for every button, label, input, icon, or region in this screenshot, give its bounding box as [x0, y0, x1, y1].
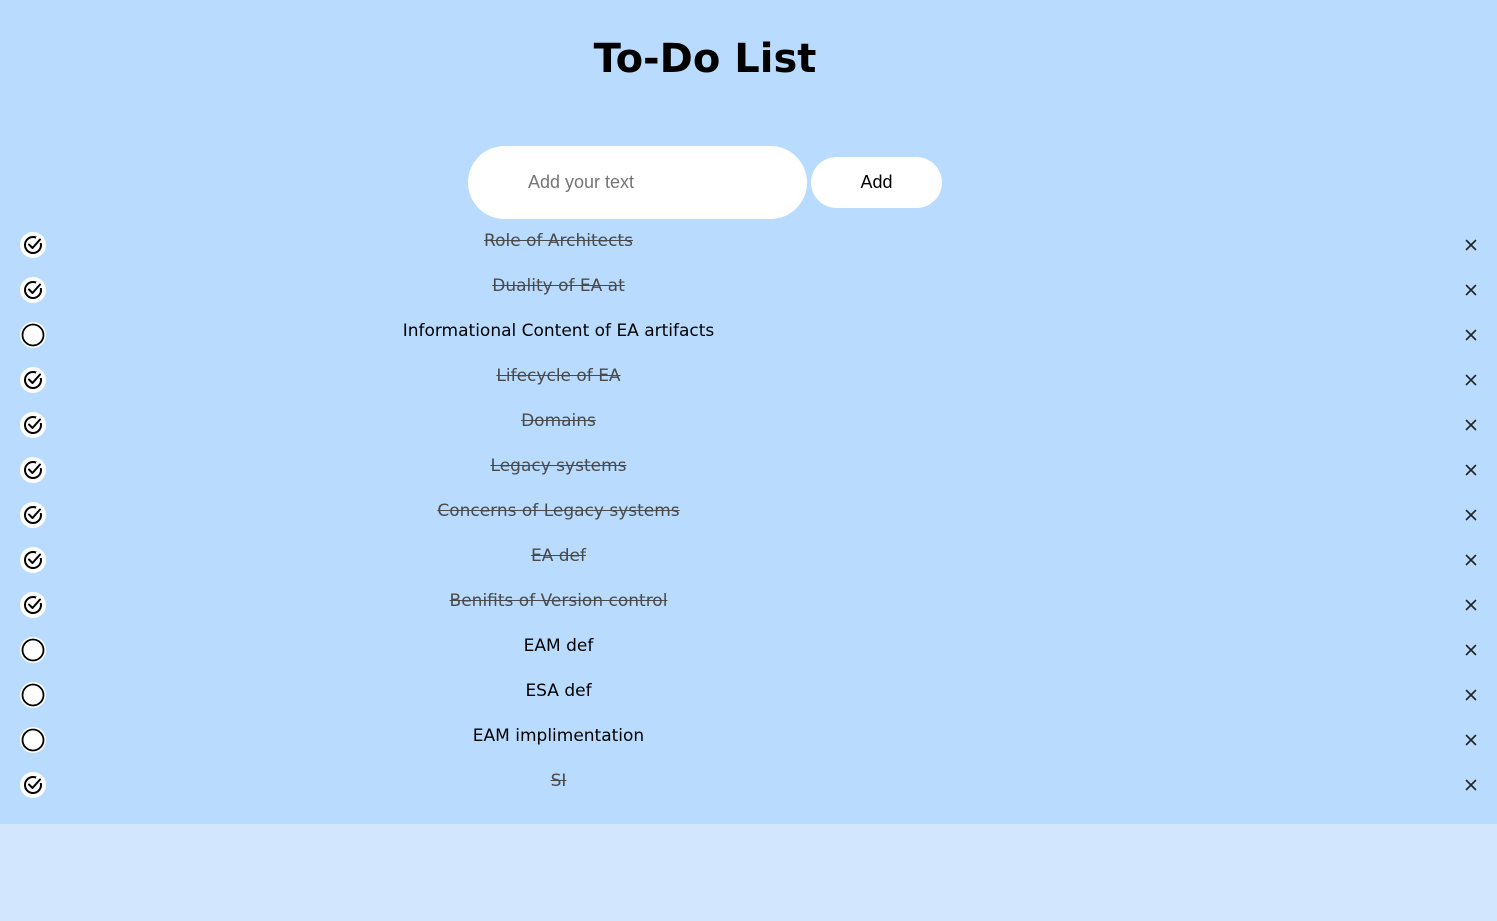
todo-app-panel: To-Do List Add Role of Architects Duality…: [0, 0, 1497, 824]
close-icon[interactable]: [1460, 324, 1482, 346]
task-item[interactable]: EAM def: [0, 627, 1497, 672]
task-item[interactable]: ESA def: [0, 672, 1497, 717]
task-item[interactable]: SI: [0, 762, 1497, 807]
task-text: Domains: [521, 411, 596, 431]
close-icon[interactable]: [1460, 729, 1482, 751]
task-text: Legacy systems: [490, 456, 627, 476]
task-text: EAM def: [523, 636, 594, 656]
close-icon[interactable]: [1460, 369, 1482, 391]
task-item[interactable]: Benifits of Version control: [0, 582, 1497, 627]
close-icon[interactable]: [1460, 459, 1482, 481]
task-text: Informational Content of EA artifacts: [402, 321, 715, 341]
close-icon[interactable]: [1460, 504, 1482, 526]
task-input[interactable]: [468, 146, 807, 219]
close-icon[interactable]: [1460, 594, 1482, 616]
task-text: Duality of EA at: [492, 276, 625, 296]
page-title: To-Do List: [593, 36, 817, 82]
task-item[interactable]: Role of Architects: [0, 222, 1497, 267]
close-icon[interactable]: [1460, 684, 1482, 706]
task-text: Lifecycle of EA: [496, 366, 621, 386]
task-text: Benifits of Version control: [449, 591, 668, 611]
task-text: EA def: [530, 546, 586, 566]
close-icon[interactable]: [1460, 549, 1482, 571]
task-text: ESA def: [525, 681, 592, 701]
task-text: EAM implimentation: [472, 726, 645, 746]
task-text: Concerns of Legacy systems: [437, 501, 680, 521]
close-icon[interactable]: [1460, 414, 1482, 436]
task-item[interactable]: EA def: [0, 537, 1497, 582]
close-icon[interactable]: [1460, 279, 1482, 301]
task-item[interactable]: EAM implimentation: [0, 717, 1497, 762]
task-item[interactable]: Duality of EA at: [0, 267, 1497, 312]
task-text: SI: [550, 771, 567, 791]
close-icon[interactable]: [1460, 774, 1482, 796]
close-icon[interactable]: [1460, 234, 1482, 256]
task-list: Role of Architects Duality of EA at Inform…: [0, 222, 1497, 807]
close-icon[interactable]: [1460, 639, 1482, 661]
add-button[interactable]: Add: [811, 157, 942, 208]
task-item[interactable]: Lifecycle of EA: [0, 357, 1497, 402]
task-item[interactable]: Legacy systems: [0, 447, 1497, 492]
task-item[interactable]: Informational Content of EA artifacts: [0, 312, 1497, 357]
task-text: Role of Architects: [484, 231, 633, 251]
task-item[interactable]: Domains: [0, 402, 1497, 447]
task-item[interactable]: Concerns of Legacy systems: [0, 492, 1497, 537]
